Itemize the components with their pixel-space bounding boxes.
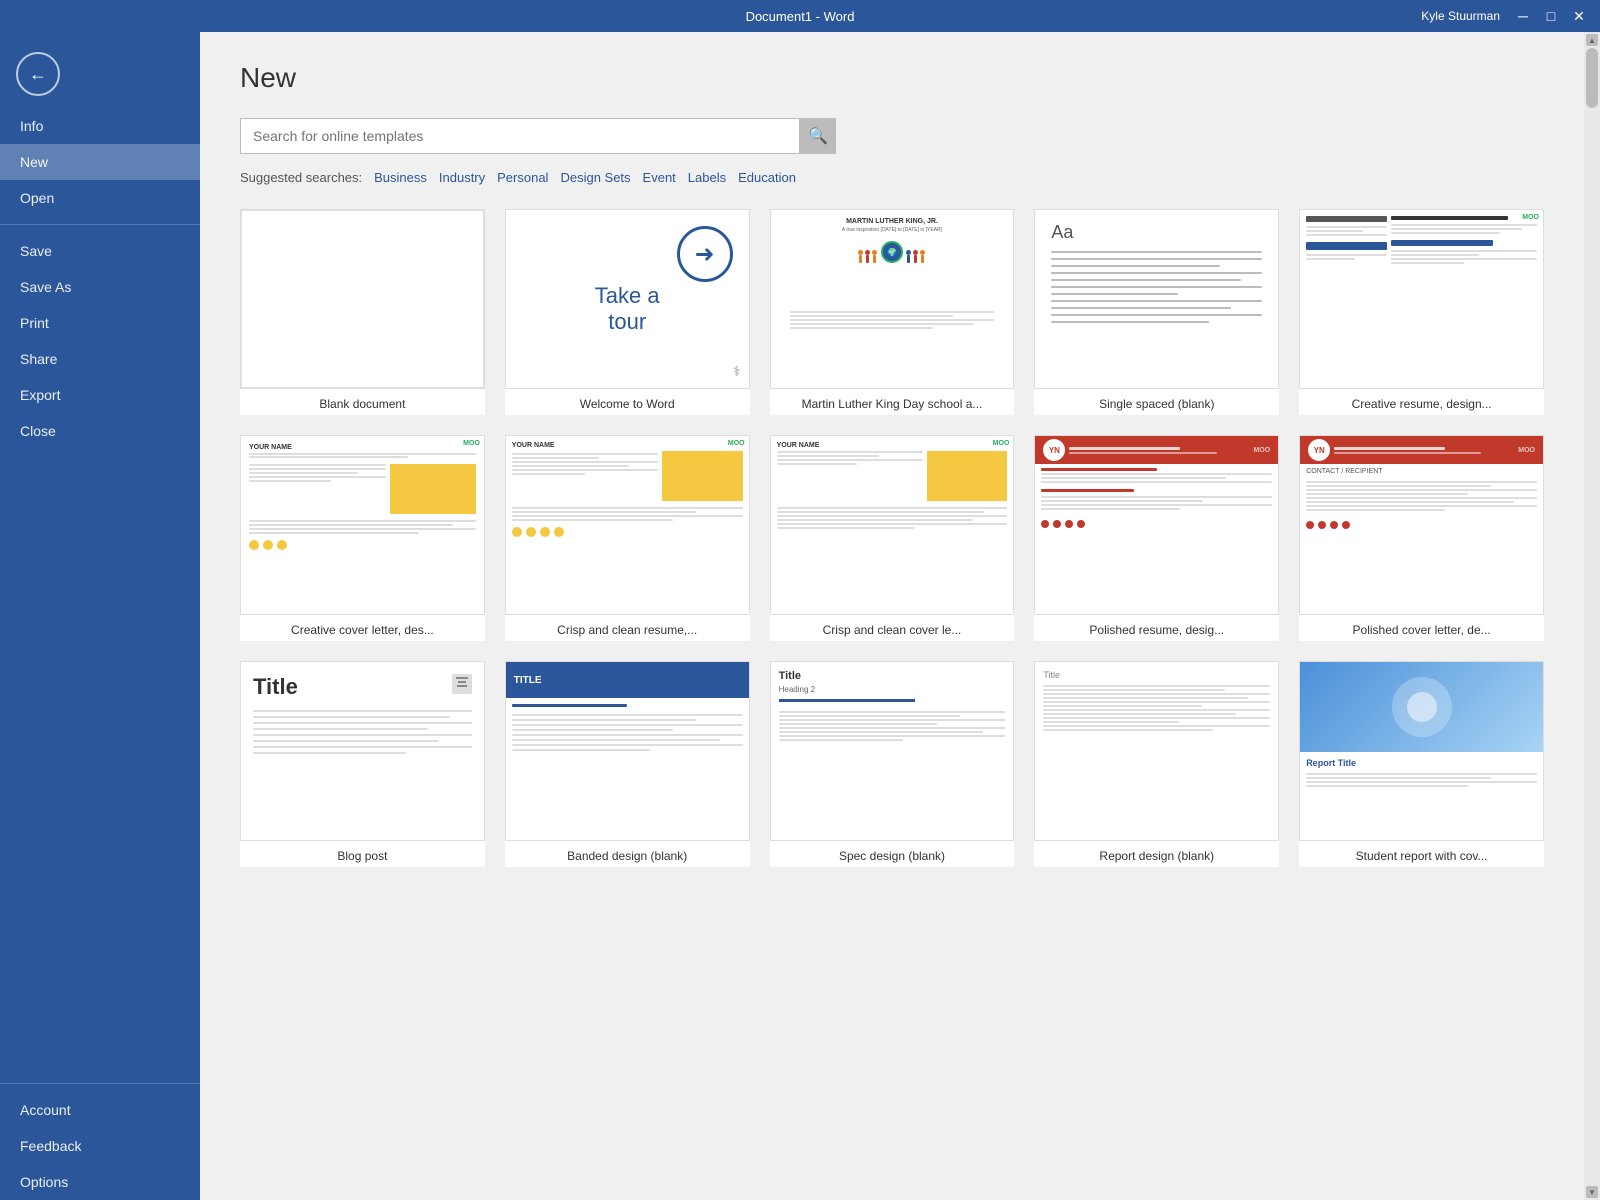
template-preview-mlk: MARTIN LUTHER KING, JR. A true inspirati… (770, 209, 1015, 389)
template-crisp-cover[interactable]: MOO YOUR NAME (770, 435, 1015, 641)
polished-cover-initials: YN (1308, 439, 1330, 461)
template-label-spec: Spec design (blank) (770, 841, 1015, 867)
template-preview-creative-resume: MOO (1299, 209, 1544, 389)
template-label-single-spaced: Single spaced (blank) (1034, 389, 1279, 415)
tour-arrow-icon: ➜ (677, 226, 733, 282)
template-grid: Blank document ➜ Take atour ⚕ Welcome to… (240, 209, 1544, 867)
template-label-banded: Banded design (blank) (505, 841, 750, 867)
sidebar-item-close[interactable]: Close (0, 413, 200, 449)
template-single-spaced[interactable]: Aa (1034, 209, 1279, 415)
content-area: New 🔍 Suggested searches: Business Indus… (200, 32, 1584, 1200)
app-body: ← Info New Open Save Save As Print Share… (0, 32, 1600, 1200)
template-label-creative-cover: Creative cover letter, des... (240, 615, 485, 641)
back-icon: ← (29, 64, 47, 85)
template-label-blog-post: Blog post (240, 841, 485, 867)
sidebar-item-account[interactable]: Account (0, 1092, 200, 1128)
template-preview-single-spaced: Aa (1034, 209, 1279, 389)
template-preview-blank (240, 209, 485, 389)
template-student-report[interactable]: Report Title Student report with cov... (1299, 661, 1544, 867)
template-preview-crisp-cover: MOO YOUR NAME (770, 435, 1015, 615)
title-bar: Document1 - Word Kyle Stuurman ─ □ ✕ (0, 0, 1600, 32)
suggested-business[interactable]: Business (374, 170, 427, 185)
sidebar-item-share[interactable]: Share (0, 341, 200, 377)
sidebar-item-save[interactable]: Save (0, 233, 200, 269)
template-crisp-resume[interactable]: MOO YOUR NAME (505, 435, 750, 641)
sidebar-divider-1 (0, 224, 200, 225)
template-report[interactable]: Title (1034, 661, 1279, 867)
template-label-crisp-cover: Crisp and clean cover le... (770, 615, 1015, 641)
template-label-crisp-resume: Crisp and clean resume,... (505, 615, 750, 641)
template-spec[interactable]: Title Heading 2 (770, 661, 1015, 867)
template-preview-student-report: Report Title (1299, 661, 1544, 841)
template-label-creative-resume: Creative resume, design... (1299, 389, 1544, 415)
suggested-searches: Suggested searches: Business Industry Pe… (240, 170, 1544, 185)
template-label-report: Report design (blank) (1034, 841, 1279, 867)
minimize-button[interactable]: ─ (1510, 3, 1536, 29)
search-bar: 🔍 (240, 118, 1544, 154)
template-preview-crisp-resume: MOO YOUR NAME (505, 435, 750, 615)
sidebar-item-open[interactable]: Open (0, 180, 200, 216)
template-creative-resume[interactable]: MOO (1299, 209, 1544, 415)
polished-initials: YN (1043, 439, 1065, 461)
page-title: New (240, 62, 1544, 94)
sidebar-divider-2 (0, 1083, 200, 1084)
sidebar-item-feedback[interactable]: Feedback (0, 1128, 200, 1164)
suggested-education[interactable]: Education (738, 170, 796, 185)
close-button[interactable]: ✕ (1566, 3, 1592, 29)
template-label-polished-cover: Polished cover letter, de... (1299, 615, 1544, 641)
sidebar-item-export[interactable]: Export (0, 377, 200, 413)
template-preview-tour: ➜ Take atour ⚕ (505, 209, 750, 389)
template-preview-blog-post: Title (240, 661, 485, 841)
template-preview-polished-cover: YN MOO CONTACT / RECIPIENT (1299, 435, 1544, 615)
suggested-design-sets[interactable]: Design Sets (560, 170, 630, 185)
back-button[interactable]: ← (16, 52, 60, 96)
template-preview-polished-resume: YN MOO (1034, 435, 1279, 615)
template-label-tour: Welcome to Word (505, 389, 750, 415)
template-preview-report: Title (1034, 661, 1279, 841)
sidebar-item-options[interactable]: Options (0, 1164, 200, 1200)
search-button[interactable]: 🔍 (800, 118, 836, 154)
suggested-label: Suggested searches: (240, 170, 362, 185)
template-label-blank: Blank document (240, 389, 485, 415)
maximize-button[interactable]: □ (1538, 3, 1564, 29)
template-blank[interactable]: Blank document (240, 209, 485, 415)
scrollbar-thumb[interactable] (1586, 48, 1598, 108)
sidebar-spacer (0, 449, 200, 1075)
template-preview-creative-cover: MOO YOUR NAME (240, 435, 485, 615)
window-title: Document1 - Word (746, 9, 855, 24)
template-polished-cover[interactable]: YN MOO CONTACT / RECIPIENT (1299, 435, 1544, 641)
suggested-industry[interactable]: Industry (439, 170, 485, 185)
sidebar-item-new[interactable]: New (0, 144, 200, 180)
template-label-student-report: Student report with cov... (1299, 841, 1544, 867)
sidebar: ← Info New Open Save Save As Print Share… (0, 32, 200, 1200)
window-controls: ─ □ ✕ (1510, 3, 1592, 29)
sidebar-item-print[interactable]: Print (0, 305, 200, 341)
template-blog-post[interactable]: Title Blog post (240, 661, 485, 867)
template-banded[interactable]: TITLE (505, 661, 750, 867)
template-tour[interactable]: ➜ Take atour ⚕ Welcome to Word (505, 209, 750, 415)
suggested-personal[interactable]: Personal (497, 170, 548, 185)
scrollbar[interactable]: ▲ ▼ (1584, 32, 1600, 1200)
template-creative-cover[interactable]: MOO YOUR NAME (240, 435, 485, 641)
sidebar-item-info[interactable]: Info (0, 108, 200, 144)
template-label-mlk: Martin Luther King Day school a... (770, 389, 1015, 415)
template-polished-resume[interactable]: YN MOO (1034, 435, 1279, 641)
template-preview-spec: Title Heading 2 (770, 661, 1015, 841)
suggested-event[interactable]: Event (643, 170, 676, 185)
template-label-polished-resume: Polished resume, desig... (1034, 615, 1279, 641)
suggested-labels[interactable]: Labels (688, 170, 726, 185)
user-name: Kyle Stuurman (1421, 9, 1500, 23)
template-preview-banded: TITLE (505, 661, 750, 841)
search-input[interactable] (240, 118, 800, 154)
sidebar-item-save-as[interactable]: Save As (0, 269, 200, 305)
template-mlk[interactable]: MARTIN LUTHER KING, JR. A true inspirati… (770, 209, 1015, 415)
